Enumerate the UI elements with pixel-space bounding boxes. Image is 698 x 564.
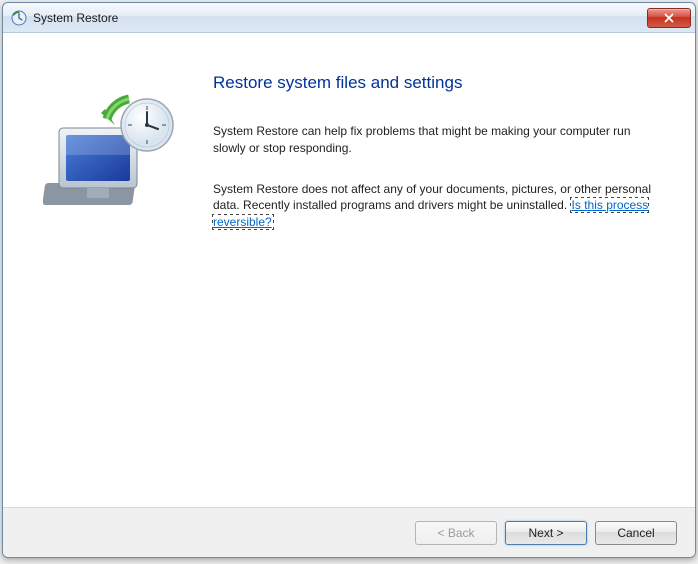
wizard-button-bar: < Back Next > Cancel	[3, 507, 695, 557]
close-button[interactable]	[647, 8, 691, 28]
cancel-button[interactable]: Cancel	[595, 521, 677, 545]
system-restore-graphic-icon	[43, 93, 183, 223]
system-restore-icon	[11, 10, 27, 26]
page-heading: Restore system files and settings	[213, 73, 655, 93]
next-button[interactable]: Next >	[505, 521, 587, 545]
window-title: System Restore	[33, 11, 647, 25]
intro-paragraph: System Restore can help fix problems tha…	[213, 123, 655, 157]
graphic-panel	[23, 53, 203, 507]
back-button[interactable]: < Back	[415, 521, 497, 545]
text-panel: Restore system files and settings System…	[203, 53, 695, 507]
close-icon	[664, 13, 674, 23]
system-restore-window: System Restore	[2, 2, 696, 558]
info-paragraph: System Restore does not affect any of yo…	[213, 181, 655, 231]
wizard-content: Restore system files and settings System…	[3, 33, 695, 507]
titlebar[interactable]: System Restore	[3, 3, 695, 33]
